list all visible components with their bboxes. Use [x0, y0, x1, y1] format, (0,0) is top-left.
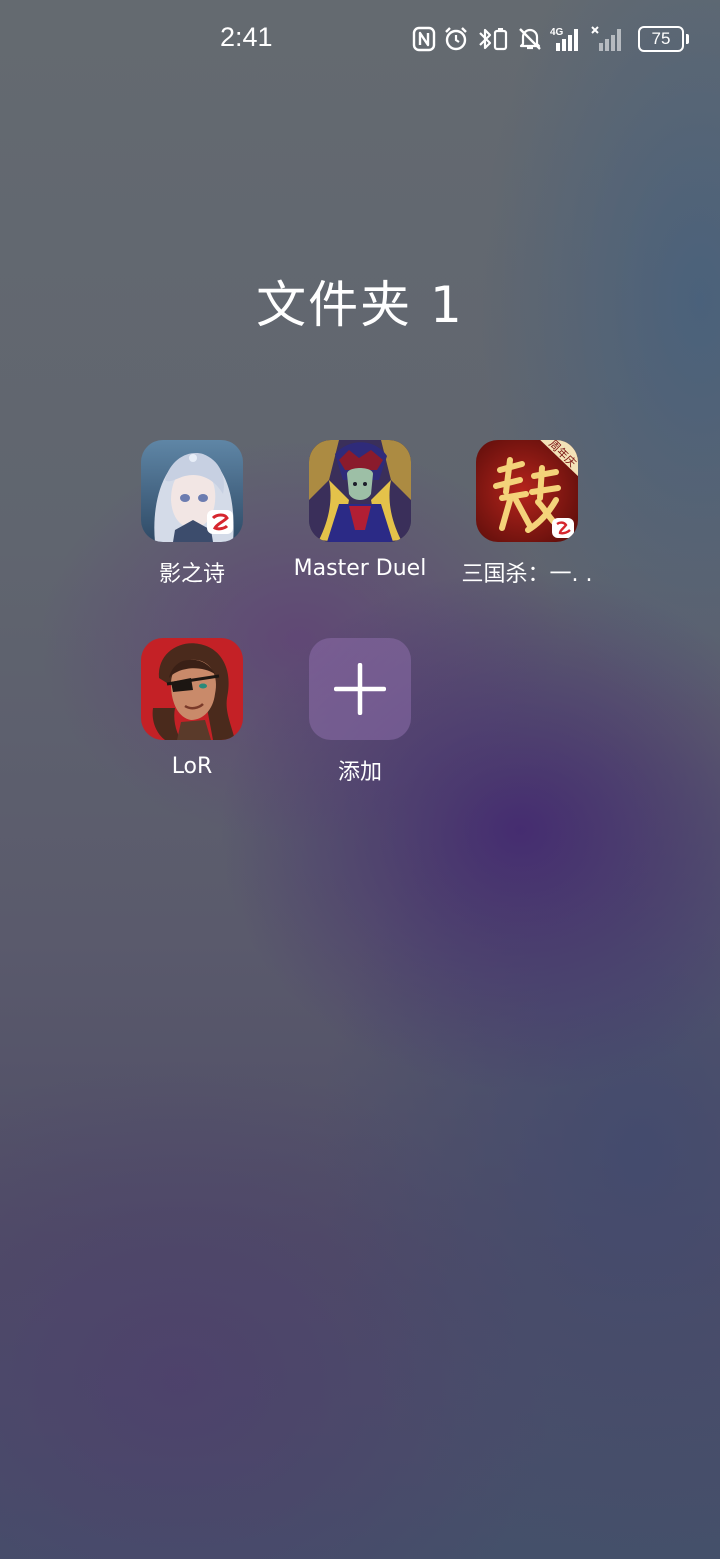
app-master-duel[interactable]: Master Duel	[275, 440, 445, 581]
plus-icon	[334, 663, 386, 715]
battery-level: 75	[651, 29, 671, 48]
nfc-icon	[412, 24, 436, 54]
mute-icon	[517, 24, 543, 54]
app-label: Master Duel	[293, 556, 427, 581]
battery-indicator: 75	[638, 26, 689, 52]
lor-icon	[141, 638, 243, 740]
add-tile[interactable]	[309, 638, 411, 740]
app-label: 三国杀：一. .	[461, 562, 593, 587]
shadowverse-icon	[141, 440, 243, 542]
add-label: 添加	[337, 760, 382, 785]
status-icons: 4G 75	[412, 24, 689, 54]
svg-text:4G: 4G	[550, 27, 564, 38]
app-sanguosha[interactable]: 周年庆 三国杀：一. .	[442, 440, 612, 588]
alarm-icon	[443, 24, 469, 54]
app-label: 影之诗	[158, 562, 225, 587]
folder-title[interactable]: 文件夹 1	[0, 265, 720, 337]
app-shadowverse[interactable]: 影之诗	[107, 440, 277, 588]
app-label: LoR	[171, 754, 213, 779]
add-app-button[interactable]: 添加	[275, 638, 445, 786]
signal-no-service-icon	[591, 24, 625, 54]
bluetooth-battery-icon	[476, 24, 510, 54]
status-time: 2:41	[220, 22, 273, 52]
master-duel-icon	[309, 440, 411, 542]
sanguosha-icon: 周年庆	[476, 440, 578, 542]
signal-4g-icon: 4G	[550, 24, 584, 54]
app-lor[interactable]: LoR	[107, 638, 277, 779]
status-bar: 2:41 4G 75	[0, 0, 720, 80]
